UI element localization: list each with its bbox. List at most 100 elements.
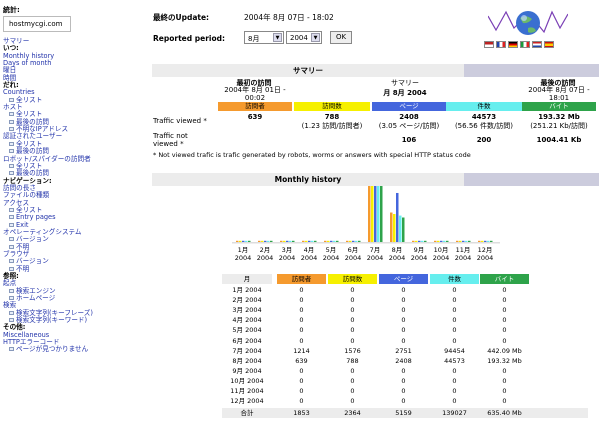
month-cell: 1月 2004 bbox=[232, 286, 262, 294]
chart-bar bbox=[412, 240, 415, 242]
value-cell: 0 bbox=[350, 326, 355, 335]
month-cell: 7月 2004 bbox=[232, 346, 262, 355]
subitem-bullet-icon bbox=[9, 171, 14, 176]
value-cell: 0 bbox=[452, 286, 457, 294]
chart-bar bbox=[371, 186, 374, 242]
menu-link[interactable]: ページが見つかりません bbox=[3, 346, 143, 353]
chart-bar bbox=[484, 240, 487, 242]
menu-link[interactable]: 曜日 bbox=[3, 67, 143, 74]
chart-bar bbox=[324, 240, 327, 242]
flag-es-icon[interactable] bbox=[544, 41, 554, 48]
viewed-visits-sub: (1.23 訪問/訪問者) bbox=[301, 122, 363, 130]
table-row: 8月 2004 639 788 2408 44573 193.32 Mb bbox=[222, 356, 588, 366]
value-cell: 0 bbox=[350, 376, 355, 385]
chart-tick-label: 12月 2004 bbox=[474, 246, 496, 262]
subitem-bullet-icon bbox=[9, 127, 14, 132]
menu-link[interactable]: ホームページ bbox=[3, 294, 143, 302]
chart-bar bbox=[258, 240, 261, 242]
month-select[interactable]: 8月 ▼ bbox=[244, 31, 284, 44]
table-row: 4月 2004 0 0 0 0 0 bbox=[222, 315, 588, 325]
menu-link[interactable]: Days of month bbox=[3, 59, 143, 67]
value-cell: 0 bbox=[502, 336, 507, 345]
value-cell: 0 bbox=[502, 326, 507, 335]
value-cell: 0 bbox=[401, 286, 406, 294]
summary-col-header: バイト bbox=[522, 102, 596, 111]
table-row: 2月 2004 0 0 0 0 0 bbox=[222, 295, 588, 305]
subitem-bullet-icon bbox=[9, 141, 14, 146]
flag-de-icon[interactable] bbox=[508, 41, 518, 48]
value-cell: 0 bbox=[452, 376, 457, 385]
ok-button[interactable]: OK bbox=[330, 31, 352, 44]
chart-tick-year: 2004 bbox=[432, 254, 450, 262]
value-cell: 1853 bbox=[293, 409, 310, 418]
chart-bar bbox=[242, 240, 245, 242]
value-cell: 5159 bbox=[395, 409, 412, 418]
flag-fr-icon[interactable] bbox=[496, 41, 506, 48]
chart-bar bbox=[415, 240, 418, 242]
month-cell: 10月 2004 bbox=[230, 376, 264, 385]
chart-bar bbox=[355, 240, 358, 242]
value-cell: 0 bbox=[502, 306, 507, 315]
flag-it-icon[interactable] bbox=[520, 41, 530, 48]
value-cell: 0 bbox=[401, 336, 406, 345]
viewed-hits: 44573 bbox=[471, 113, 497, 121]
value-cell: 788 bbox=[346, 356, 359, 365]
chart-bar bbox=[487, 240, 490, 242]
subitem-bullet-icon bbox=[9, 215, 14, 220]
subitem-bullet-icon bbox=[9, 149, 14, 154]
chart-bar bbox=[327, 240, 330, 242]
menu-link[interactable]: 時間 bbox=[3, 74, 143, 82]
value-cell: 0 bbox=[502, 296, 507, 305]
chart-tick-label: 6月 2004 bbox=[342, 246, 364, 262]
chart-tick-label: 5月 2004 bbox=[320, 246, 342, 262]
value-cell: 0 bbox=[401, 397, 406, 406]
chart-bar bbox=[286, 240, 289, 242]
not-viewed-hits: 200 bbox=[476, 136, 492, 144]
menu-item-label: 検索 bbox=[3, 301, 17, 310]
chart-bar bbox=[311, 240, 314, 242]
chart-tick-label: 2月 2004 bbox=[254, 246, 276, 262]
chart-bar bbox=[261, 240, 264, 242]
chart-bar bbox=[289, 240, 292, 242]
summary-col-header: 訪問者 bbox=[218, 102, 292, 111]
chart-bar bbox=[377, 186, 380, 242]
value-cell: 0 bbox=[299, 306, 304, 315]
chart-tick-label: 9月 2004 bbox=[408, 246, 430, 262]
chart-tick-label: 1月 2004 bbox=[232, 246, 254, 262]
value-cell: 0 bbox=[299, 366, 304, 375]
value-cell: 0 bbox=[350, 296, 355, 305]
chart-bar bbox=[270, 240, 273, 242]
value-cell: 139027 bbox=[442, 409, 467, 418]
chevron-down-icon: ▼ bbox=[273, 33, 282, 42]
summary-title-bar: サマリー bbox=[152, 64, 599, 77]
table-row: 5月 2004 0 0 0 0 0 bbox=[222, 325, 588, 335]
table-row: 12月 2004 0 0 0 0 0 bbox=[222, 396, 588, 406]
chart-bar bbox=[308, 240, 311, 242]
chart-bar bbox=[346, 240, 349, 242]
value-cell: 44573 bbox=[444, 356, 465, 365]
month-cell: 12月 2004 bbox=[230, 397, 264, 406]
menu-link[interactable]: 全リスト bbox=[3, 96, 143, 104]
chart-bar bbox=[402, 217, 405, 242]
flag-nl-icon[interactable] bbox=[532, 41, 542, 48]
col-header: バイト bbox=[480, 274, 529, 284]
subitem-bullet-icon bbox=[9, 266, 14, 271]
flag-us-icon[interactable] bbox=[484, 41, 494, 48]
value-cell: 1214 bbox=[293, 346, 310, 355]
year-select-value: 2004 bbox=[290, 34, 308, 42]
value-cell: 0 bbox=[350, 286, 355, 294]
col-header: ページ bbox=[379, 274, 428, 284]
subitem-bullet-icon bbox=[9, 244, 14, 249]
value-cell: 0 bbox=[502, 376, 507, 385]
chart-bar bbox=[292, 240, 295, 242]
menu-link[interactable]: サマリー bbox=[3, 37, 143, 45]
value-cell: 0 bbox=[401, 326, 406, 335]
chart-tick-year: 2004 bbox=[454, 254, 472, 262]
chart-tick-month: 3月 bbox=[281, 246, 293, 254]
year-select[interactable]: 2004 ▼ bbox=[286, 31, 322, 44]
menu-link[interactable]: 不明 bbox=[3, 265, 143, 273]
value-cell: 0 bbox=[452, 326, 457, 335]
value-cell: 0 bbox=[502, 397, 507, 406]
value-cell: 0 bbox=[401, 366, 406, 375]
chart-bar bbox=[245, 240, 248, 242]
